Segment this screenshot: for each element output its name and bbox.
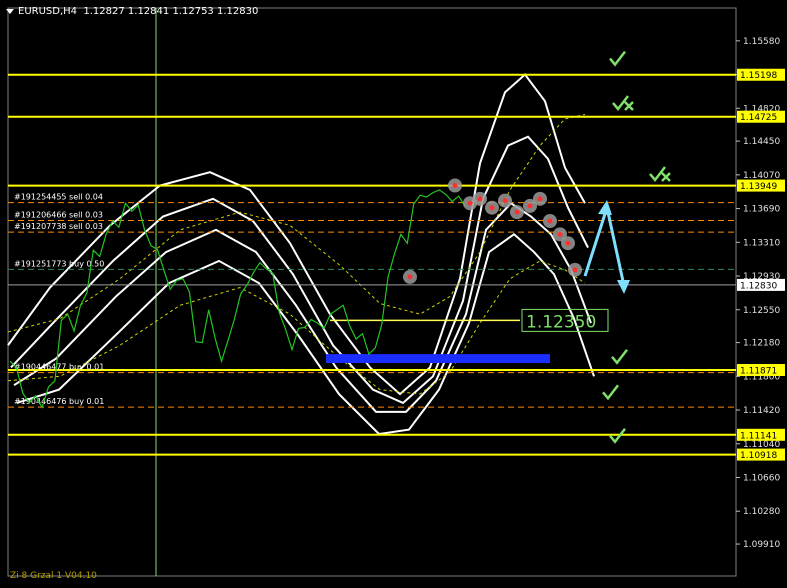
trade-bubble-dot [547, 218, 553, 224]
check-icon [602, 384, 619, 401]
order-label: #191206466 sell 0.03 [14, 211, 103, 220]
check-mark-stroke [602, 384, 619, 401]
check-mark-stroke [611, 349, 628, 365]
price-level-label: 1.15198 [740, 71, 777, 81]
forecast-arrow-down-icon [617, 280, 630, 294]
y-tick-label: 1.15580 [743, 37, 780, 47]
price-level-label: 1.14725 [740, 113, 777, 123]
check-mark-stroke [609, 50, 626, 67]
price-chart[interactable]: 1.155801.152001.148201.144501.140701.136… [0, 0, 787, 583]
chart-header: EURUSD,H4 1.12827 1.12841 1.12753 1.1283… [6, 6, 258, 17]
trade-bubble-dot [572, 267, 578, 273]
x-mark-stroke [661, 172, 671, 182]
trade-bubble-dot [527, 203, 533, 209]
y-tick-label: 1.11420 [743, 406, 780, 416]
trade-bubble-dot [489, 205, 495, 211]
plot-frame [7, 7, 737, 577]
y-tick-label: 1.13690 [743, 205, 780, 215]
y-tick-label: 1.12180 [743, 339, 780, 349]
check-icon [609, 50, 626, 67]
trade-bubble-dot [502, 198, 508, 204]
envelope-band-line [7, 73, 586, 396]
price-level-label: 1.10918 [740, 451, 777, 461]
y-tick-label: 1.13310 [743, 238, 780, 248]
x-mark-stroke [624, 101, 634, 111]
trade-bubble-dot [407, 274, 413, 280]
target-price-label: 1.12350 [526, 312, 596, 332]
trade-bubble-dot [467, 200, 473, 206]
trade-bubble-dot [477, 196, 483, 202]
price-level-label: 1.13949 [740, 182, 777, 192]
trade-bubble-dot [565, 240, 571, 246]
trade-bubble-dot [537, 196, 543, 202]
check-x-icon [649, 166, 671, 182]
price-level-label: 1.11871 [740, 367, 777, 377]
chevron-down-icon[interactable] [6, 8, 14, 14]
y-tick-label: 1.12550 [743, 306, 780, 316]
blue-zone-rect [326, 354, 550, 363]
y-tick-label: 1.10660 [743, 473, 780, 483]
y-tick-label: 1.09910 [743, 540, 780, 550]
y-tick-label: 1.14450 [743, 137, 780, 147]
order-label: #191207738 sell 0.03 [14, 222, 103, 231]
price-level-label: 1.11141 [740, 431, 777, 441]
order-label: #190446477 buy 0.01 [14, 363, 104, 372]
check-x-icon [612, 95, 634, 111]
current-price-label: 1.12830 [740, 281, 777, 291]
trade-bubble-dot [514, 209, 520, 215]
trade-bubble-dot [557, 231, 563, 237]
chart-window[interactable]: 1.155801.152001.148201.144501.140701.136… [0, 0, 787, 583]
y-tick-label: 1.14070 [743, 171, 780, 181]
symbol-label: EURUSD,H4 [18, 6, 78, 17]
order-label: #191254455 sell 0.04 [14, 193, 103, 202]
forecast-path [583, 201, 626, 287]
indicator-footer: Zi 8 Grzal 1 V04.10 [10, 571, 97, 581]
check-icon [611, 349, 628, 365]
trade-bubble-dot [452, 183, 458, 188]
order-label: #190446476 buy 0.01 [14, 397, 104, 406]
y-tick-label: 1.10280 [743, 507, 780, 517]
ohlc-values: 1.12827 1.12841 1.12753 1.12830 [83, 6, 259, 17]
